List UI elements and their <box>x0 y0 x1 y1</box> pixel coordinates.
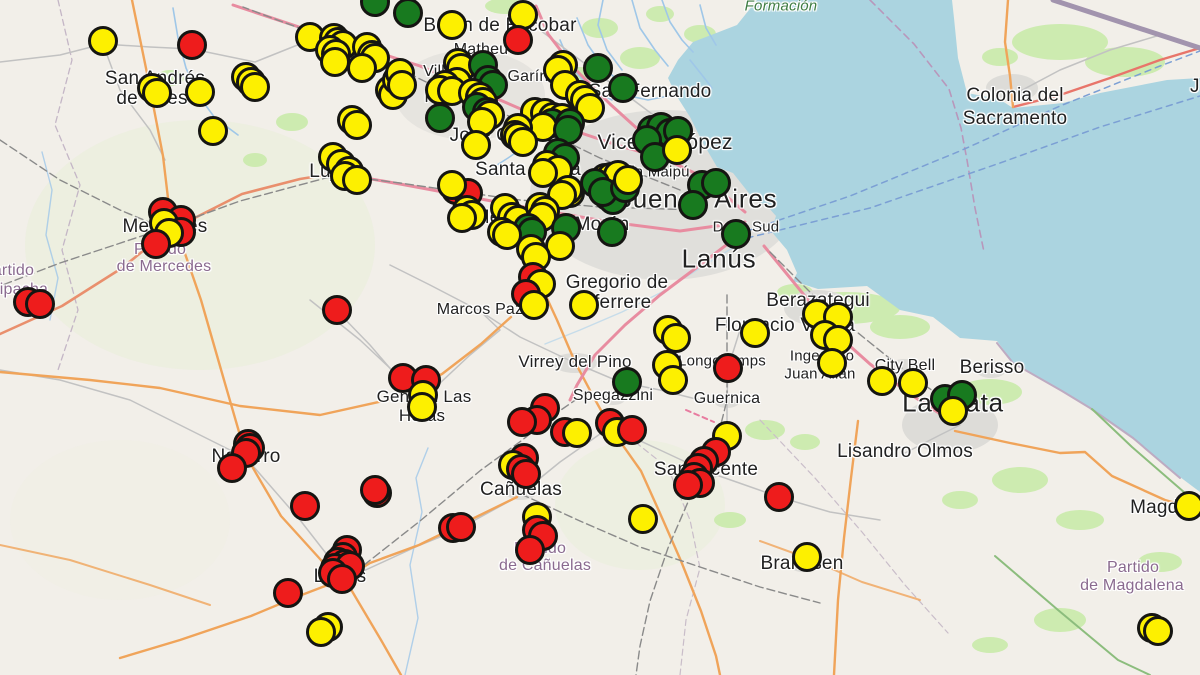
map-marker-yellow[interactable] <box>240 72 270 102</box>
map-marker-green[interactable] <box>360 0 390 17</box>
map-marker-yellow[interactable] <box>519 290 549 320</box>
map-marker-yellow[interactable] <box>342 165 372 195</box>
map-marker-yellow[interactable] <box>661 323 691 353</box>
map-marker-yellow[interactable] <box>898 368 928 398</box>
map-marker-yellow[interactable] <box>306 617 336 647</box>
map-marker-yellow[interactable] <box>562 418 592 448</box>
map-marker-green[interactable] <box>701 168 731 198</box>
map-marker-green[interactable] <box>597 217 627 247</box>
map-marker-yellow[interactable] <box>792 542 822 572</box>
map-marker-red[interactable] <box>673 470 703 500</box>
map-marker-yellow[interactable] <box>938 396 968 426</box>
map-marker-yellow[interactable] <box>508 127 538 157</box>
map-marker-red[interactable] <box>360 475 390 505</box>
map-marker-yellow[interactable] <box>387 70 417 100</box>
map-marker-green[interactable] <box>608 73 638 103</box>
map-marker-yellow[interactable] <box>88 26 118 56</box>
map-marker-yellow[interactable] <box>142 78 172 108</box>
map-marker-red[interactable] <box>507 407 537 437</box>
map-marker-yellow[interactable] <box>817 348 847 378</box>
map-marker-red[interactable] <box>617 415 647 445</box>
map-marker-red[interactable] <box>290 491 320 521</box>
map-marker-red[interactable] <box>141 229 171 259</box>
map-marker-yellow[interactable] <box>658 365 688 395</box>
map-marker-green[interactable] <box>393 0 423 28</box>
map-marker-red[interactable] <box>177 30 207 60</box>
map-marker-yellow[interactable] <box>185 77 215 107</box>
map-marker-yellow[interactable] <box>569 290 599 320</box>
map-marker-red[interactable] <box>217 453 247 483</box>
map-marker-red[interactable] <box>273 578 303 608</box>
map-marker-yellow[interactable] <box>198 116 228 146</box>
map-marker-green[interactable] <box>612 367 642 397</box>
map-marker-green[interactable] <box>678 190 708 220</box>
map-marker-yellow[interactable] <box>342 110 372 140</box>
map-marker-red[interactable] <box>322 295 352 325</box>
map-marker-green[interactable] <box>583 53 613 83</box>
map-marker-red[interactable] <box>446 512 476 542</box>
map-marker-yellow[interactable] <box>1174 491 1200 521</box>
map-markers-layer <box>0 0 1200 675</box>
map-marker-red[interactable] <box>327 564 357 594</box>
map-marker-yellow[interactable] <box>740 318 770 348</box>
map-marker-red[interactable] <box>511 459 541 489</box>
map-marker-yellow[interactable] <box>867 366 897 396</box>
map-marker-yellow[interactable] <box>1143 616 1173 646</box>
map-marker-red[interactable] <box>764 482 794 512</box>
map-canvas[interactable]: San Andrésde GilesLujánMercedesBelén de … <box>0 0 1200 675</box>
map-marker-yellow[interactable] <box>461 130 491 160</box>
map-marker-red[interactable] <box>713 353 743 383</box>
map-marker-yellow[interactable] <box>628 504 658 534</box>
map-marker-green[interactable] <box>721 219 751 249</box>
map-marker-yellow[interactable] <box>662 135 692 165</box>
map-marker-yellow[interactable] <box>407 392 437 422</box>
map-marker-red[interactable] <box>515 535 545 565</box>
map-marker-yellow[interactable] <box>347 53 377 83</box>
map-marker-red[interactable] <box>503 25 533 55</box>
map-marker-yellow[interactable] <box>437 10 467 40</box>
map-marker-yellow[interactable] <box>320 47 350 77</box>
map-marker-green[interactable] <box>425 103 455 133</box>
map-marker-yellow[interactable] <box>447 203 477 233</box>
map-marker-yellow[interactable] <box>613 165 643 195</box>
map-marker-red[interactable] <box>25 289 55 319</box>
